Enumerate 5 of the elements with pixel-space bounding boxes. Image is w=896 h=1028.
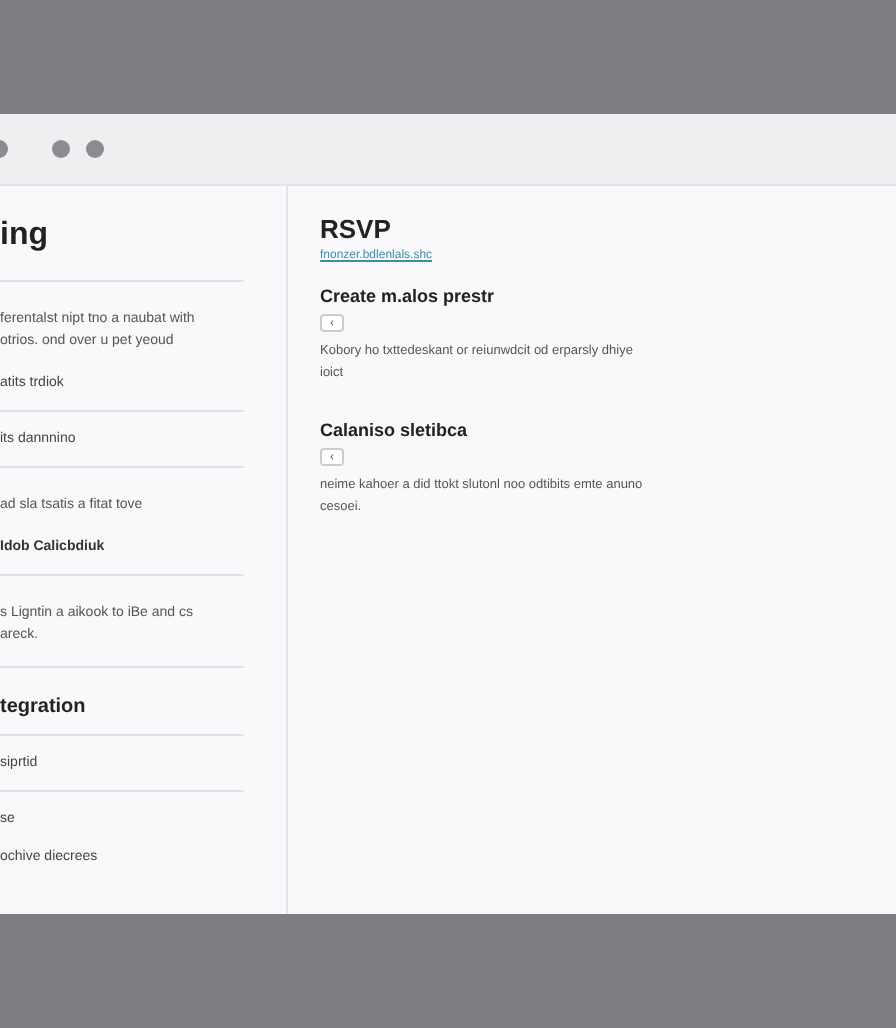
sidebar-title: ing bbox=[0, 218, 50, 254]
section-heading: Create m.alos prestr bbox=[320, 286, 497, 306]
section-heading: Calaniso sletibca bbox=[320, 420, 470, 440]
section-heading: tegration bbox=[0, 696, 88, 718]
page-title: RSVP bbox=[320, 214, 393, 244]
